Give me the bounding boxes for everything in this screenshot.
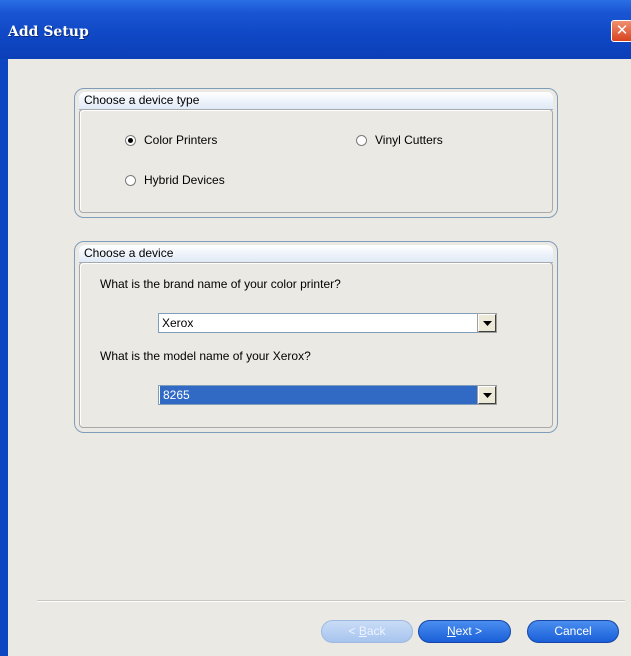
radio-label-vinyl-cutters: Vinyl Cutters: [375, 133, 443, 147]
device-type-group-title: Choose a device type: [79, 92, 553, 110]
radio-label-hybrid-devices: Hybrid Devices: [144, 173, 225, 187]
model-select-value: 8265: [160, 386, 477, 404]
radio-vinyl-cutters[interactable]: Vinyl Cutters: [356, 133, 443, 147]
next-button[interactable]: Next >: [418, 620, 511, 643]
close-button[interactable]: ✕: [611, 20, 631, 42]
device-type-group-frame: [79, 109, 553, 213]
radio-unchecked-icon: [356, 134, 367, 146]
footer-separator: [37, 600, 625, 602]
radio-checked-icon: [125, 134, 136, 146]
brand-select-value: Xerox: [162, 316, 194, 330]
brand-question-label: What is the brand name of your color pri…: [100, 277, 341, 291]
window-title: Add Setup: [8, 24, 89, 40]
back-button[interactable]: < Back: [321, 620, 413, 643]
cancel-button[interactable]: Cancel: [527, 620, 619, 643]
radio-unchecked-icon: [125, 174, 136, 186]
brand-select[interactable]: Xerox: [158, 313, 497, 333]
model-select[interactable]: 8265: [158, 385, 497, 405]
model-question-label: What is the model name of your Xerox?: [100, 349, 311, 363]
next-button-mnemonic: N: [446, 624, 456, 638]
title-bar: Add Setup ✕: [0, 0, 631, 59]
close-icon: ✕: [615, 21, 629, 39]
back-button-prefix: <: [348, 624, 359, 638]
radio-color-printers[interactable]: Color Printers: [125, 133, 217, 147]
chevron-down-icon[interactable]: [477, 313, 497, 333]
back-button-rest: ack: [366, 624, 386, 638]
radio-hybrid-devices[interactable]: Hybrid Devices: [125, 173, 225, 187]
chevron-down-icon[interactable]: [477, 385, 497, 405]
device-type-group: Choose a device type: [74, 88, 558, 218]
device-group-title: Choose a device: [79, 245, 553, 263]
window-left-border: [0, 59, 8, 656]
radio-label-color-printers: Color Printers: [144, 133, 218, 147]
back-button-mnemonic: B: [358, 624, 367, 638]
next-button-rest: ext >: [455, 624, 483, 638]
